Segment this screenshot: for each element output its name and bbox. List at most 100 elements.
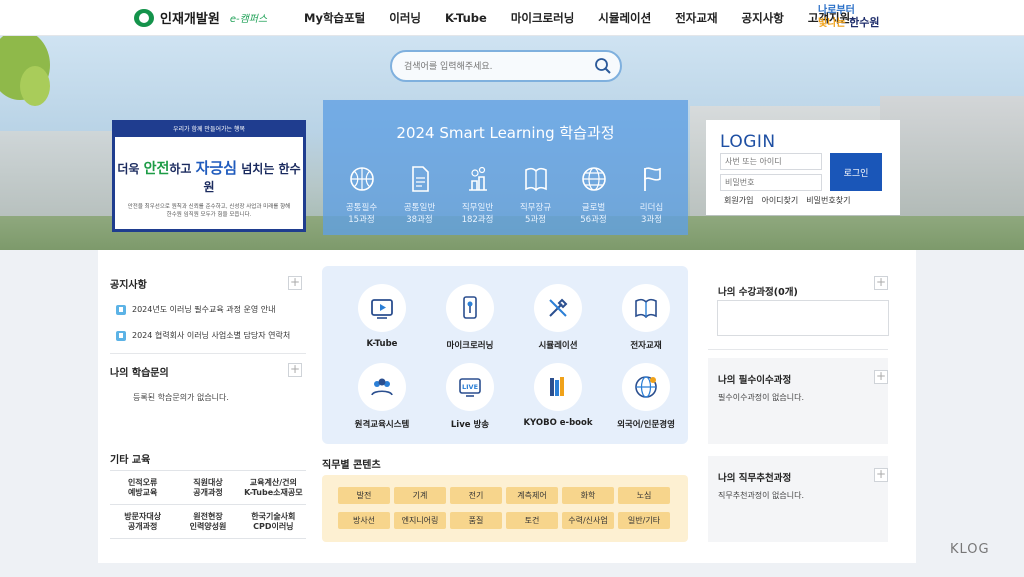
job-contents-title: 직무별 콘텐츠 (322, 460, 381, 471)
required-courses-title: 나의 필수이수과정 (718, 375, 792, 386)
main-content-board: 공지사항 + 2024년도 이러닝 필수교육 과정 운영 안내 2024 협력회… (98, 250, 916, 563)
course-category-job-general[interactable]: 직무일반 182과정 (453, 164, 502, 225)
globe-icon (581, 167, 606, 191)
logo-text: 인재개발원 (160, 12, 220, 27)
brand-slogan-logo: 나로부터 빛나는 한수원 (818, 5, 880, 29)
service-simulation[interactable]: 시뮬레이션 (514, 284, 602, 351)
inquiry-more-button[interactable]: + (288, 363, 302, 377)
etc-item-cpd-elearning[interactable]: 한국기술사회 CPD이러닝 (240, 505, 306, 539)
banner-description: 안전을 최우선으로 원칙과 신뢰를 준수하고, 신성장 사업과 미래를 향해 한… (127, 204, 291, 218)
job-tag-radiation[interactable]: 방사선 (338, 512, 390, 529)
document-icon (411, 166, 429, 192)
course-category-list: 공통필수 15과정 공통일반 38과정 직무일반 182과정 직무장규 5과정 … (337, 164, 676, 225)
notice-icon (116, 330, 126, 341)
service-ebook[interactable]: 전자교재 (602, 284, 690, 351)
menu-item-microlearning[interactable]: 마이크로러닝 (499, 10, 586, 26)
course-category-common-general[interactable]: 공통일반 38과정 (395, 164, 444, 225)
etc-item-nuclear-academy[interactable]: 원전현장 인력양성원 (175, 505, 241, 539)
svg-text:LIVE: LIVE (462, 383, 478, 391)
job-tag-instrumentation[interactable]: 계측제어 (506, 487, 558, 504)
login-button[interactable]: 로그인 (830, 153, 882, 191)
menu-item-my-portal[interactable]: My학습포털 (292, 10, 377, 26)
service-microlearning[interactable]: 마이크로러닝 (426, 284, 514, 351)
other-education-title: 기타 교육 (110, 455, 151, 466)
menu-item-ebook[interactable]: 전자교재 (663, 10, 729, 26)
my-courses-more-button[interactable]: + (874, 276, 888, 290)
notice-more-button[interactable]: + (288, 276, 302, 290)
group-icon (371, 378, 393, 396)
signup-link[interactable]: 회원가입 (724, 195, 753, 206)
job-tag-engineering[interactable]: 엔지니어링 (394, 512, 446, 529)
service-kyobo-ebook[interactable]: KYOBO e-book (514, 363, 602, 430)
course-category-job-regular[interactable]: 직무장규 5과정 (511, 164, 560, 225)
notice-item[interactable]: 2024 협력회사 이러닝 사업소별 담당자 연락처 (116, 330, 290, 341)
books-icon (550, 377, 564, 396)
site-logo[interactable]: 인재개발원 e-캠퍼스 (134, 8, 267, 27)
inquiry-empty-text: 등록된 학습문의가 없습니다. (133, 393, 229, 402)
find-password-link[interactable]: 비밀번호찾기 (806, 195, 850, 206)
notice-item[interactable]: 2024년도 이러닝 필수교육 과정 운영 안내 (116, 304, 290, 315)
job-contents-panel: 발전 기계 전기 계측제어 화학 노심 방사선 엔지니어링 품질 토건 수력/신… (322, 475, 688, 542)
recommended-courses-panel: 나의 직무추천과정 + 직무추천과정이 없습니다. (708, 456, 888, 542)
globe-icon (635, 376, 657, 398)
recommended-courses-more-button[interactable]: + (874, 468, 888, 482)
top-navigation: 인재개발원 e-캠퍼스 My학습포털 이러닝 K-Tube 마이크로러닝 시뮬레… (0, 0, 1024, 36)
notice-title: 공지사항 (110, 280, 147, 291)
find-id-link[interactable]: 아이디찾기 (761, 195, 798, 206)
book-icon (524, 167, 547, 192)
job-tag-quality[interactable]: 품질 (450, 512, 502, 529)
smart-learning-title: 2024 Smart Learning 학습과정 (396, 124, 615, 142)
job-tag-electrical[interactable]: 전기 (450, 487, 502, 504)
job-tag-mechanical[interactable]: 기계 (394, 487, 446, 504)
main-menu: My학습포털 이러닝 K-Tube 마이크로러닝 시뮬레이션 전자교재 공지사항… (292, 0, 862, 36)
notice-icon (116, 304, 126, 315)
etc-item-ktube-contest[interactable]: 교육계산/건의 K-Tube소재공모 (240, 471, 306, 505)
etc-item-employee-open[interactable]: 직원대상 공개과정 (175, 471, 241, 505)
service-live-broadcast[interactable]: LIVE Live 방송 (426, 363, 514, 430)
job-tag-chemistry[interactable]: 화학 (562, 487, 614, 504)
menu-item-elearning[interactable]: 이러닝 (377, 10, 433, 26)
flag-icon (643, 167, 661, 191)
logo-subtitle: e-캠퍼스 (229, 14, 268, 25)
basketball-icon (349, 167, 374, 191)
touch-icon (463, 296, 477, 319)
smart-learning-panel: 2024 Smart Learning 학습과정 공통필수 15과정 공통일반 … (323, 100, 688, 235)
tools-icon (549, 298, 568, 317)
my-inquiry-title: 나의 학습문의 (110, 368, 169, 379)
tree-foliage (20, 66, 50, 106)
watermark: KLOG (950, 542, 990, 557)
search-box (390, 50, 622, 82)
service-remote-education[interactable]: 원격교육시스템 (338, 363, 426, 430)
menu-item-ktube[interactable]: K-Tube (433, 11, 499, 25)
password-input[interactable] (720, 174, 822, 191)
other-education-grid: 인적오류 예방교육 직원대상 공개과정 교육계산/건의 K-Tube소재공모 방… (110, 470, 306, 539)
job-tag-general-other[interactable]: 일반/기타 (618, 512, 670, 529)
my-courses-panel: 나의 수강과정(0개) + (708, 270, 889, 350)
required-courses-panel: 나의 필수이수과정 + 필수이수과정이 없습니다. (708, 358, 888, 444)
search-input[interactable] (404, 58, 584, 76)
recommended-courses-title: 나의 직무추천과정 (718, 473, 792, 484)
menu-item-notice[interactable]: 공지사항 (730, 10, 796, 26)
service-foreign-language[interactable]: 외국어/인문경영 (602, 363, 690, 430)
required-courses-more-button[interactable]: + (874, 370, 888, 384)
search-icon[interactable] (594, 57, 612, 75)
job-tag-power[interactable]: 발전 (338, 487, 390, 504)
my-courses-title: 나의 수강과정(0개) (718, 287, 798, 298)
etc-item-visitor-open[interactable]: 방문자대상 공개과정 (110, 505, 176, 539)
course-category-leadership[interactable]: 리더십 3과정 (627, 164, 676, 225)
job-tag-hydro-new-business[interactable]: 수력/신사업 (562, 512, 614, 529)
menu-item-simulation[interactable]: 시뮬레이션 (586, 10, 663, 26)
notice-list: 2024년도 이러닝 필수교육 과정 운영 안내 2024 협력회사 이러닝 사… (116, 304, 290, 356)
course-category-global[interactable]: 글로벌 56과정 (569, 164, 618, 225)
logo-mark-icon (134, 8, 154, 27)
course-category-common-required[interactable]: 공통필수 15과정 (337, 164, 386, 225)
job-tag-civil[interactable]: 토건 (506, 512, 558, 529)
user-id-input[interactable] (720, 153, 822, 170)
promo-banner[interactable]: 우리가 함께 만들어가는 행복 더욱 안전하고 자긍심 넘치는 한수원 안전을 … (112, 120, 306, 232)
divider (110, 353, 306, 354)
etc-item-human-error[interactable]: 인적오류 예방교육 (110, 471, 176, 505)
divider (708, 349, 888, 350)
service-ktube[interactable]: K-Tube (338, 284, 426, 351)
live-icon: LIVE (459, 378, 481, 397)
job-tag-core[interactable]: 노심 (618, 487, 670, 504)
